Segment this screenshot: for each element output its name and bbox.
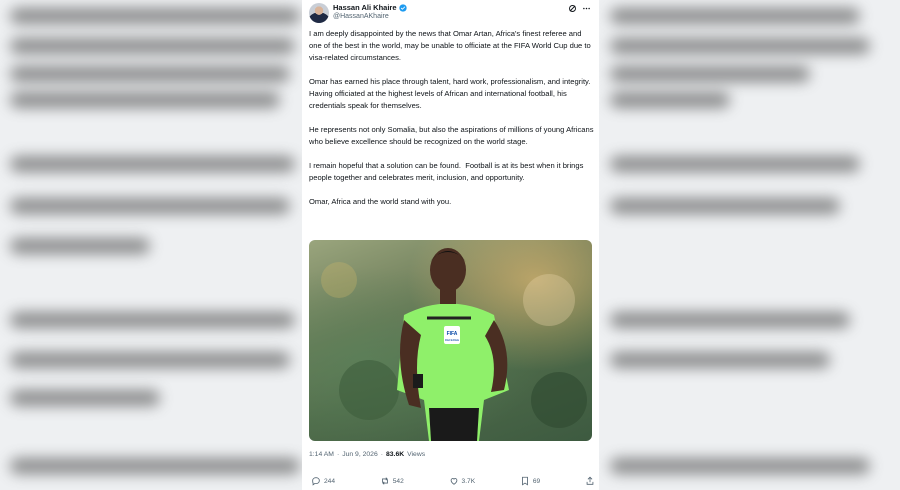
tweet-paragraph: He represents not only Somalia, but also…	[309, 125, 596, 146]
bookmark-count: 69	[532, 477, 541, 485]
author-handle[interactable]: @HassanAKhaire	[333, 13, 389, 20]
share-icon	[586, 476, 594, 485]
fifa-badge-subtext: REFEREE	[445, 338, 459, 342]
repost-count: 542	[392, 477, 404, 485]
author-name-row[interactable]: Hassan Ali Khaire	[333, 3, 407, 12]
referee-photo-illustration: FIFA REFEREE	[321, 248, 587, 441]
grok-icon[interactable]	[568, 4, 577, 15]
reply-button[interactable]: 244	[311, 476, 335, 486]
more-icon[interactable]	[582, 4, 591, 15]
views-label: Views	[407, 451, 426, 458]
tweet-paragraph: Omar, Africa and the world stand with yo…	[309, 197, 452, 206]
tweet-meta: 1:14 AM · Jun 9, 2026 · 83.6K Views	[309, 451, 425, 458]
repost-icon	[381, 477, 388, 485]
avatar[interactable]	[309, 3, 329, 23]
tweet-header: Hassan Ali Khaire @HassanAKhaire	[302, 0, 599, 26]
like-count: 3.7K	[461, 477, 476, 485]
verified-badge-icon	[398, 3, 407, 12]
reply-count: 244	[324, 477, 336, 485]
tweet-photo[interactable]: FIFA REFEREE	[309, 240, 592, 441]
author-name[interactable]: Hassan Ali Khaire	[333, 3, 397, 12]
meta-separator: ·	[380, 451, 383, 458]
tweet-paragraph: I am deeply disappointed by the news tha…	[309, 29, 593, 62]
like-icon	[450, 478, 457, 485]
meta-separator: ·	[336, 451, 340, 458]
tweet-text: I am deeply disappointed by the news tha…	[309, 28, 595, 220]
repost-button[interactable]: 542	[380, 476, 404, 486]
bookmark-icon	[521, 476, 528, 486]
tweet-paragraph: Omar has earned his place through talent…	[309, 77, 593, 110]
fifa-badge-text: FIFA	[447, 331, 458, 337]
tweet-actions: 244 542 3.7K 69	[311, 474, 595, 488]
like-button[interactable]: 3.7K	[449, 476, 476, 486]
tweet-card: Hassan Ali Khaire @HassanAKhaire I am de…	[302, 0, 599, 490]
views-count: 83.6K	[386, 451, 405, 458]
share-button[interactable]	[585, 476, 595, 486]
reply-icon	[312, 477, 320, 486]
tweet-date[interactable]: Jun 9, 2026	[342, 451, 378, 458]
tweet-time[interactable]: 1:14 AM	[309, 451, 334, 458]
bookmark-button[interactable]: 69	[520, 476, 540, 486]
tweet-paragraph: I remain hopeful that a solution can be …	[309, 161, 586, 182]
